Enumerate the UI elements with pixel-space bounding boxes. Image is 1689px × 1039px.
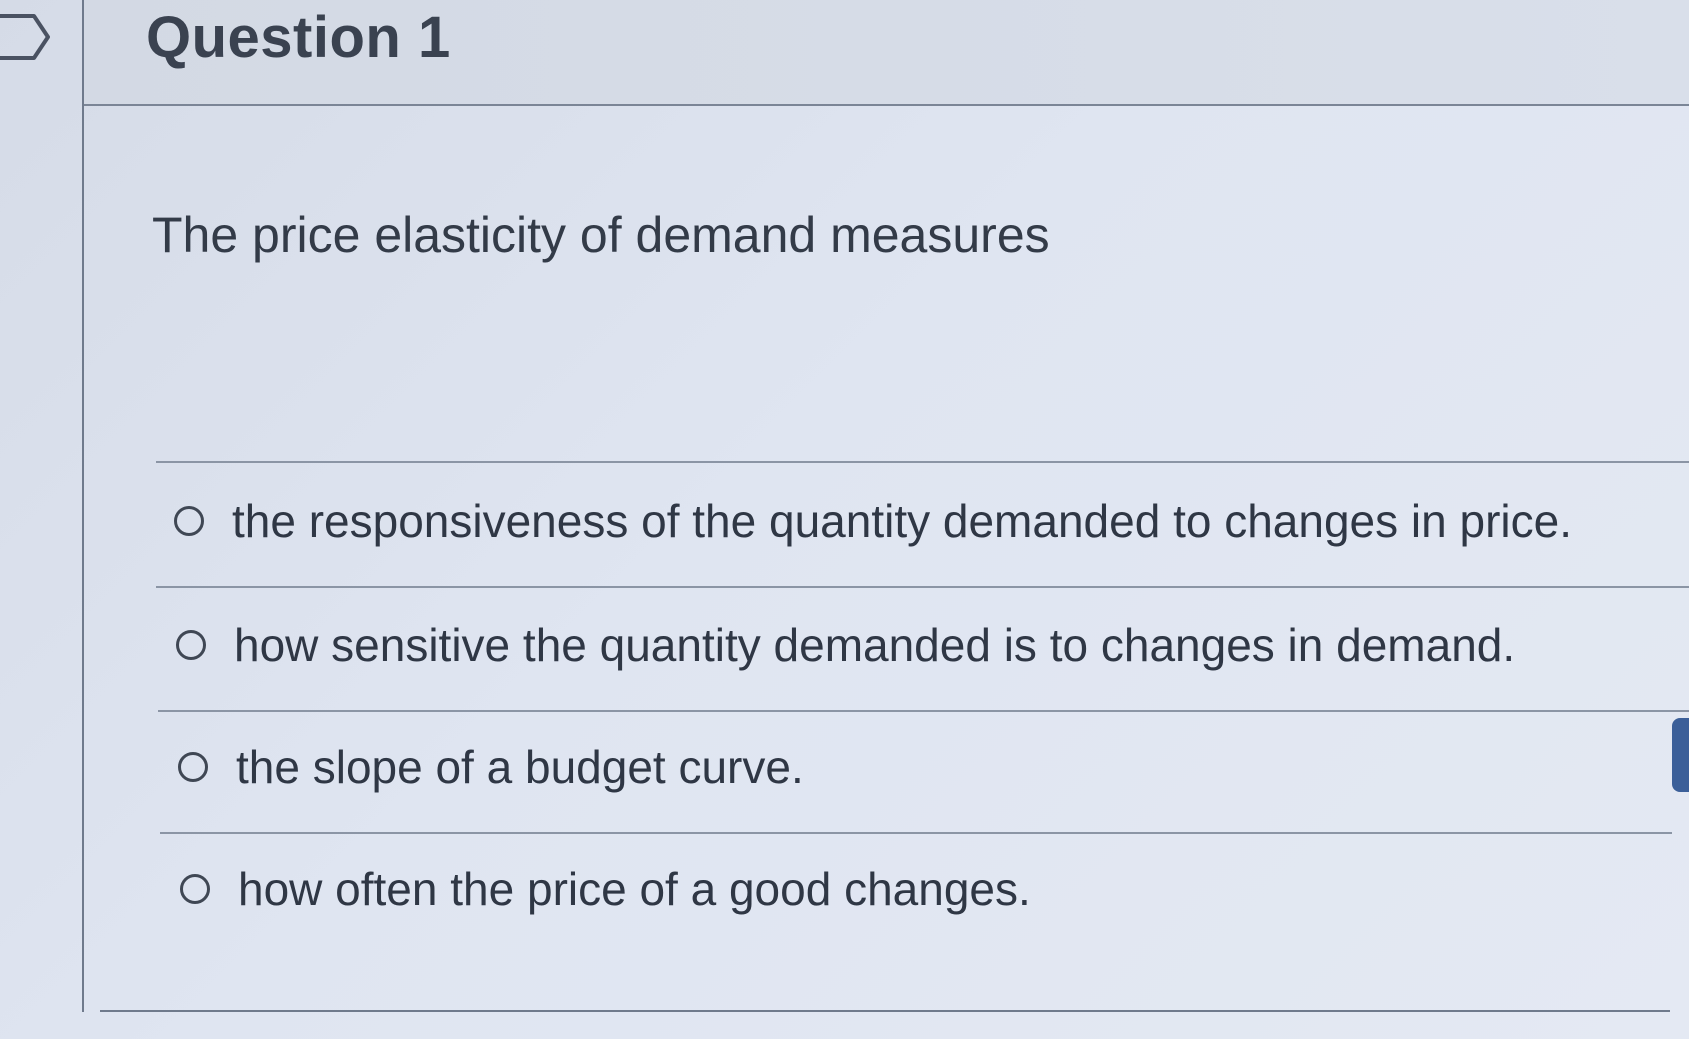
side-panel-tab[interactable] — [1672, 718, 1689, 792]
radio-icon[interactable] — [180, 874, 210, 904]
answer-option-3[interactable]: the slope of a budget curve. — [178, 740, 804, 794]
option-divider — [160, 832, 1672, 834]
question-title: Question 1 — [146, 5, 451, 70]
answer-option-1[interactable]: the responsiveness of the quantity deman… — [174, 494, 1572, 548]
option-divider — [158, 710, 1689, 712]
answer-option-label: the responsiveness of the quantity deman… — [232, 495, 1572, 547]
card-border-bottom — [100, 1010, 1670, 1012]
option-divider — [156, 461, 1689, 463]
answer-option-4[interactable]: how often the price of a good changes. — [180, 862, 1031, 916]
radio-icon[interactable] — [174, 506, 204, 536]
header-divider — [84, 104, 1689, 106]
answer-option-label: how sensitive the quantity demanded is t… — [234, 619, 1516, 671]
answer-option-label: the slope of a budget curve. — [236, 741, 804, 793]
option-divider — [156, 586, 1689, 588]
radio-icon[interactable] — [176, 630, 206, 660]
radio-icon[interactable] — [178, 752, 208, 782]
card-border-left — [82, 0, 84, 1012]
flag-icon[interactable] — [0, 12, 52, 62]
question-prompt: The price elasticity of demand measures — [152, 207, 1050, 263]
answer-option-label: how often the price of a good changes. — [238, 863, 1031, 915]
answer-option-2[interactable]: how sensitive the quantity demanded is t… — [176, 618, 1515, 672]
